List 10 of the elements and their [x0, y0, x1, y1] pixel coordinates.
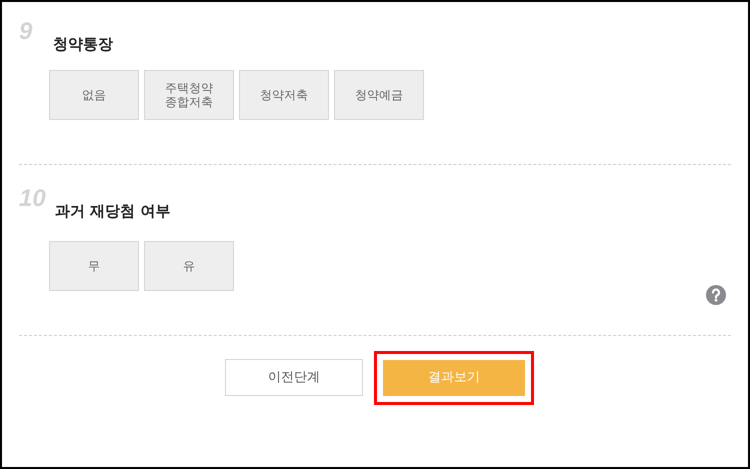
option-button[interactable]: 유	[144, 241, 234, 291]
option-button[interactable]: 무	[49, 241, 139, 291]
option-button[interactable]: 주택청약 종합저축	[144, 70, 234, 120]
option-button[interactable]: 청약예금	[334, 70, 424, 120]
section-title: 과거 재당첨 여부	[55, 204, 170, 219]
option-button[interactable]: 청약저축	[239, 70, 329, 120]
help-icon[interactable]	[706, 285, 726, 305]
option-button[interactable]: 없음	[49, 70, 139, 120]
previous-button[interactable]: 이전단계	[225, 359, 363, 396]
section-title: 청약통장	[53, 37, 113, 52]
